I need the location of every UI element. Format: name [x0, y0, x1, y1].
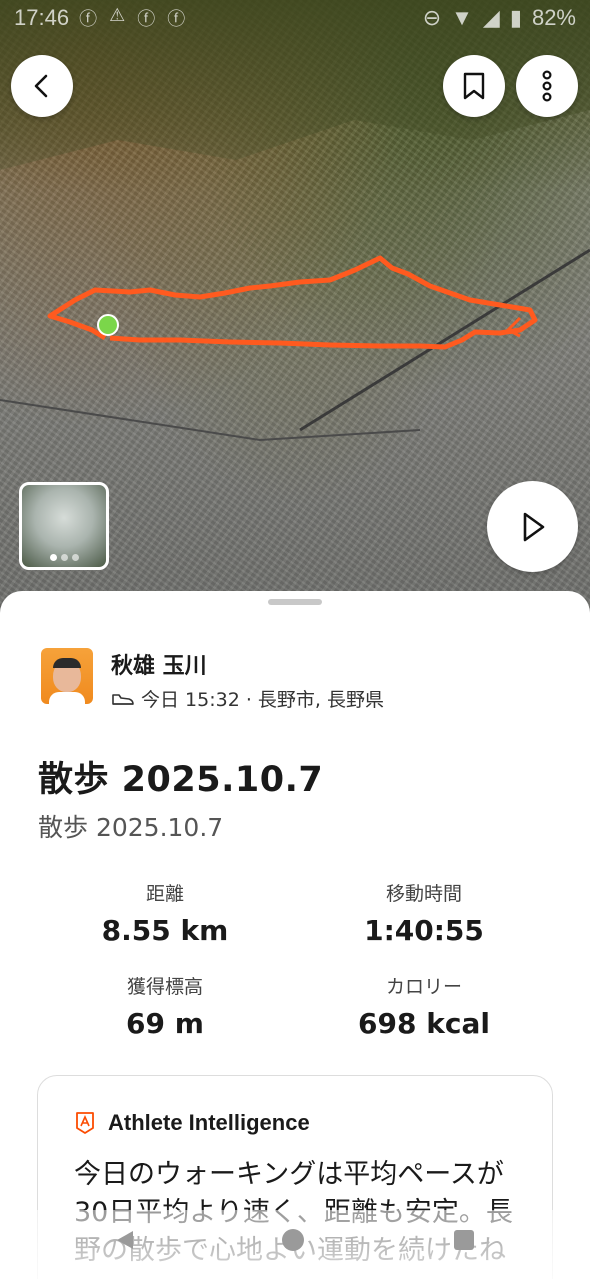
athlete-avatar[interactable]	[41, 648, 93, 704]
stat-value: 698 kcal	[358, 1007, 490, 1040]
activity-meta: 今日 15:32 · 長野市, 長野県	[111, 685, 384, 712]
ai-card-header: Athlete Intelligence	[74, 1110, 310, 1136]
ai-card-title: Athlete Intelligence	[108, 1110, 310, 1135]
pager-dot	[60, 554, 68, 561]
facebook-icon: ⓕ	[137, 9, 156, 30]
photo-pager-dots	[22, 554, 106, 561]
notification-icons: ⓕ ⚠ ⓕ ⓕ	[79, 5, 185, 31]
activity-route	[47, 255, 538, 350]
battery-level: 82%	[531, 5, 576, 30]
nav-back-icon[interactable]	[113, 1228, 137, 1252]
alarm-icon: ⊖	[422, 5, 442, 30]
activity-details-sheet: 秋雄 玉川 今日 15:32 · 長野市, 長野県 散歩 2025.10.7 散…	[0, 591, 590, 1279]
athlete-name[interactable]: 秋雄 玉川	[111, 648, 207, 680]
bookmark-icon	[463, 72, 485, 100]
more-vertical-icon	[542, 70, 552, 102]
stat-value: 69 m	[126, 1007, 204, 1040]
status-time: 17:46	[14, 5, 70, 30]
stat-calories: カロリー 698 kcal	[304, 972, 544, 1040]
activity-meta-text: 今日 15:32 · 長野市, 長野県	[141, 689, 384, 711]
warning-icon: ⚠	[109, 5, 126, 26]
facebook-icon: ⓕ	[167, 9, 186, 30]
route-map[interactable]: 17:46 ⓕ ⚠ ⓕ ⓕ ⊖ ▼ ◢ ▮ 82%	[0, 0, 590, 640]
stat-distance: 距離 8.55 km	[45, 879, 285, 947]
stat-elevation-gain: 獲得標高 69 m	[45, 972, 285, 1040]
pager-dot	[71, 554, 79, 561]
back-button[interactable]	[11, 55, 73, 117]
chevron-left-icon	[34, 74, 48, 98]
stat-label: 獲得標高	[126, 976, 203, 998]
stat-label: カロリー	[385, 976, 462, 998]
battery-icon: ▮	[509, 5, 522, 30]
stat-moving-time: 移動時間 1:40:55	[304, 879, 544, 947]
pager-dot	[49, 554, 57, 561]
activity-description: 散歩 2025.10.7	[38, 813, 224, 842]
play-icon	[523, 512, 544, 541]
activity-title: 散歩 2025.10.7	[38, 760, 324, 800]
facebook-icon: ⓕ	[79, 9, 98, 30]
nav-home-icon[interactable]	[281, 1228, 305, 1252]
system-icons: ⊖ ▼ ◢ ▮ 82%	[423, 5, 576, 31]
status-bar: 17:46 ⓕ ⚠ ⓕ ⓕ ⊖ ▼ ◢ ▮ 82%	[0, 0, 590, 36]
flyover-play-button[interactable]	[487, 481, 578, 572]
shoe-icon	[112, 693, 134, 705]
sheet-drag-handle[interactable]	[268, 599, 322, 605]
athlete-intelligence-icon	[76, 1112, 94, 1134]
stat-label: 移動時間	[385, 883, 462, 905]
wifi-icon: ▼	[451, 5, 473, 30]
signal-icon: ◢	[482, 5, 500, 30]
avatar-hair	[53, 658, 81, 668]
nav-recent-apps-icon[interactable]	[452, 1228, 476, 1252]
start-marker	[97, 314, 119, 336]
activity-photo-thumbnail[interactable]	[19, 482, 109, 570]
stat-label: 距離	[145, 883, 184, 905]
stat-value: 8.55 km	[101, 914, 229, 947]
rail-line	[0, 399, 421, 442]
bookmark-button[interactable]	[443, 55, 505, 117]
more-options-button[interactable]	[516, 55, 578, 117]
avatar-shirt	[49, 692, 85, 704]
stat-value: 1:40:55	[364, 914, 484, 947]
